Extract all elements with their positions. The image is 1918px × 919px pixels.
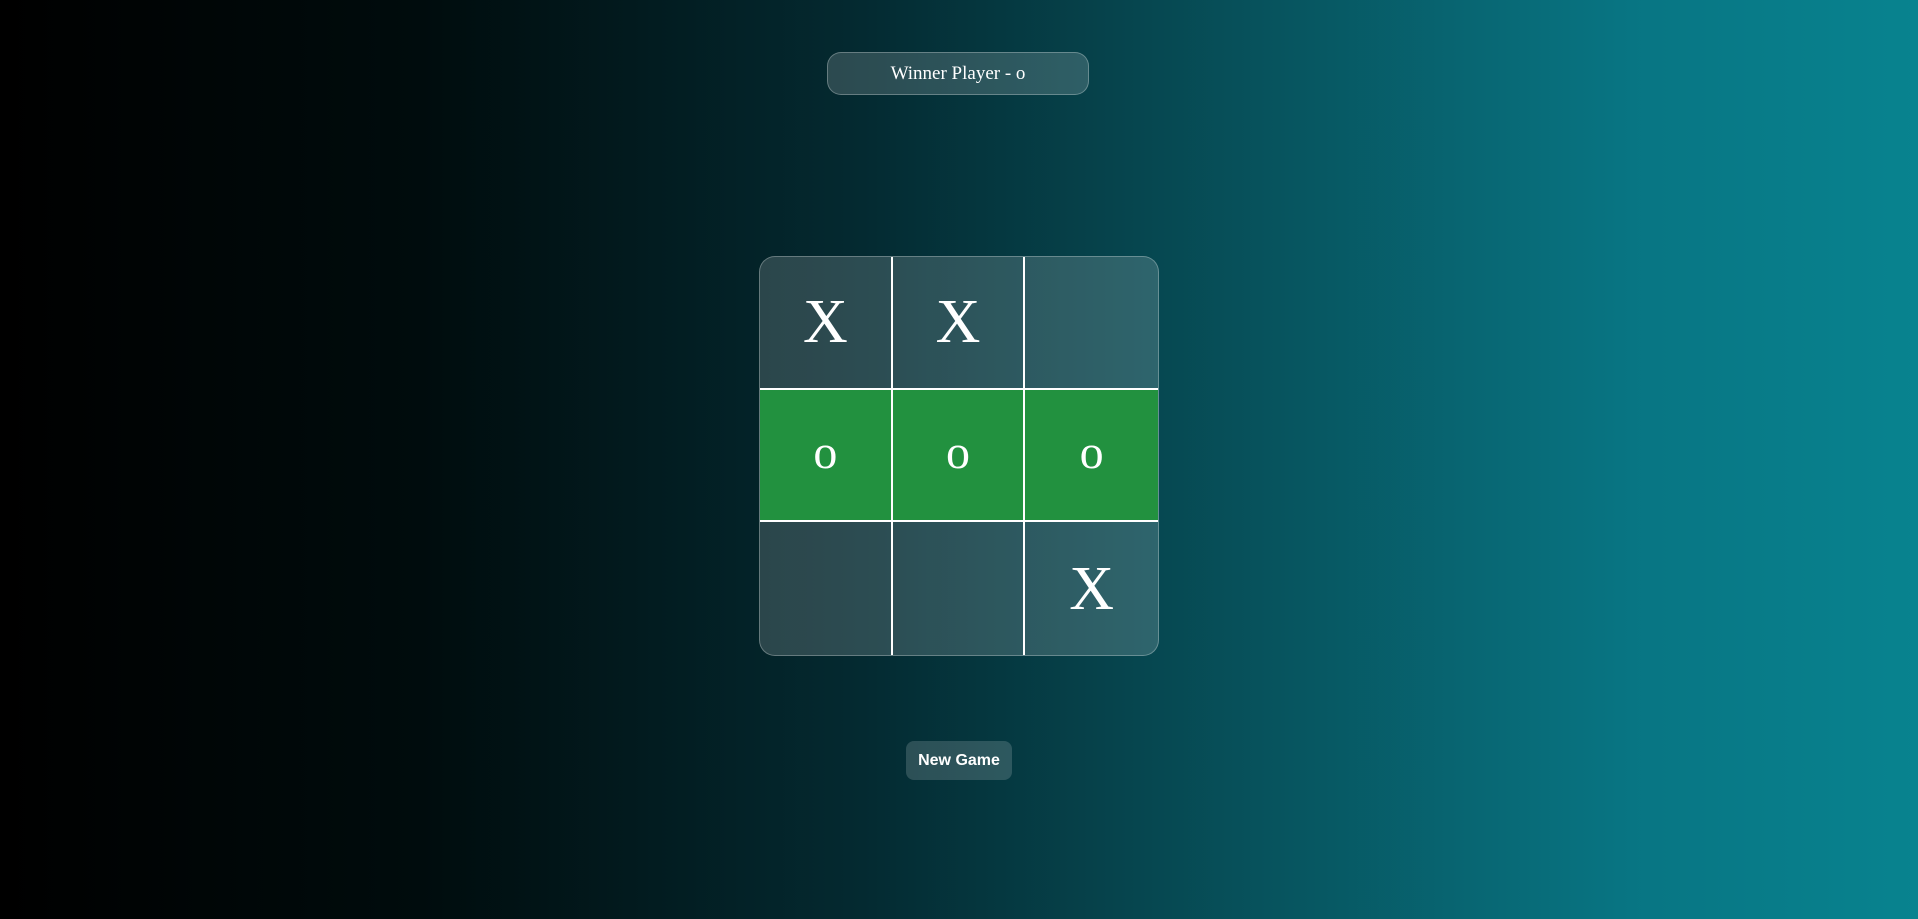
board-cell-1[interactable]: X	[760, 257, 893, 390]
game-board: X X o o o X	[759, 256, 1159, 656]
board-cell-7[interactable]	[760, 522, 893, 655]
board-cell-2[interactable]: X	[892, 257, 1026, 390]
board-cell-4[interactable]: o	[760, 389, 893, 523]
board-cell-8[interactable]	[893, 522, 1026, 655]
board-cell-3[interactable]	[1025, 257, 1158, 390]
game-status-text: Winner Player - o	[890, 62, 1026, 84]
board-cell-5[interactable]: o	[892, 389, 1026, 523]
new-game-button[interactable]: New Game	[906, 741, 1012, 780]
game-status: Winner Player - o	[827, 52, 1089, 95]
board-cell-6[interactable]: o	[1025, 389, 1158, 523]
board-cell-9[interactable]: X	[1025, 522, 1158, 655]
